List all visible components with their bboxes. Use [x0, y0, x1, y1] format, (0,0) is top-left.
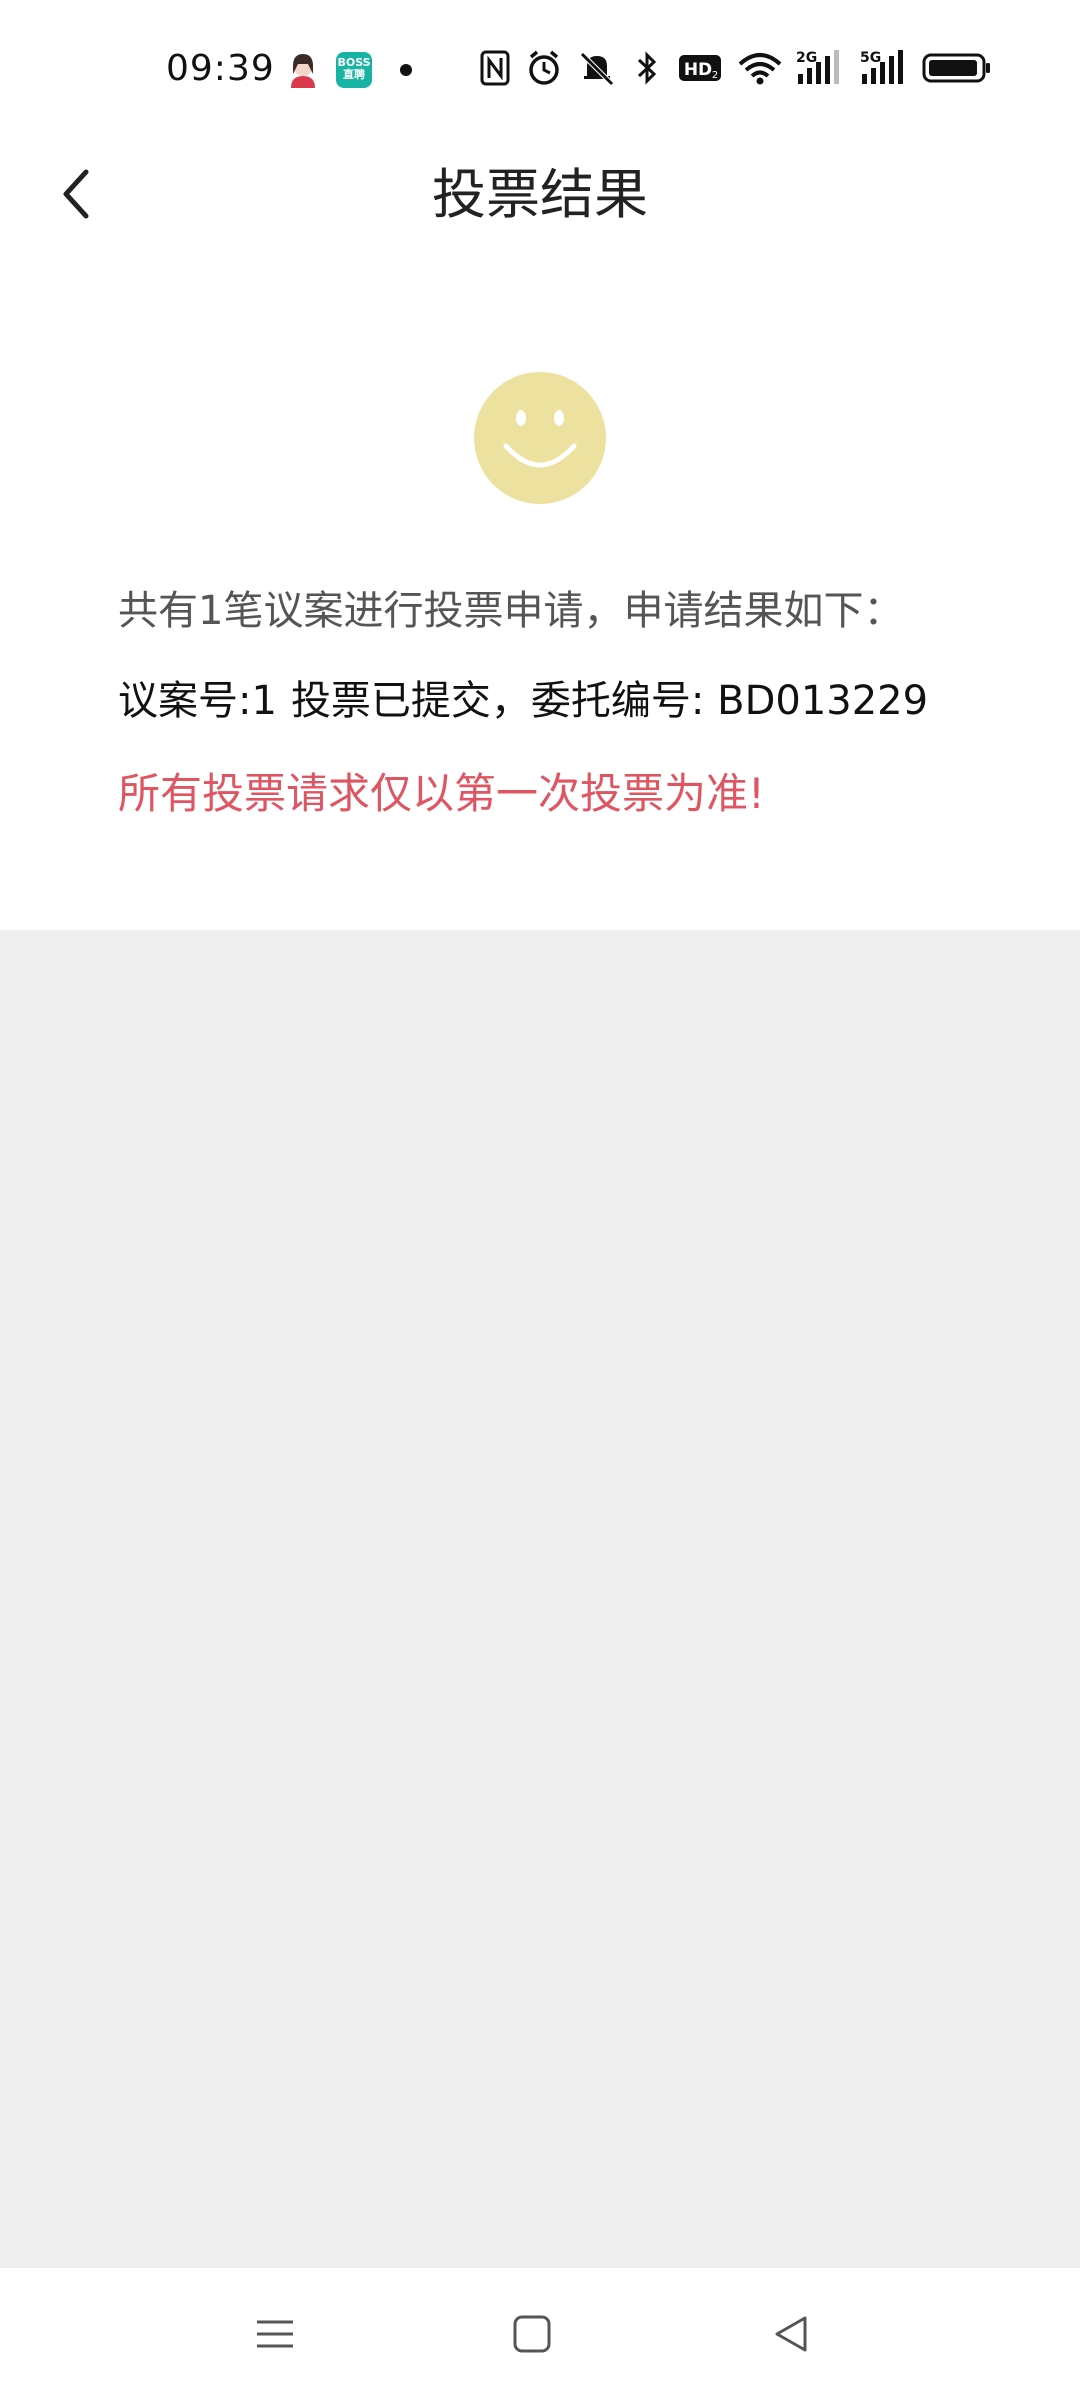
- proposal-number: 议案号:1: [118, 678, 277, 724]
- avatar-notification-icon: [286, 52, 320, 88]
- battery-icon: [922, 48, 992, 88]
- empty-content-area: [0, 930, 1080, 2268]
- home-square-icon: [513, 2315, 551, 2353]
- smiley-icon: [474, 372, 606, 504]
- hd-voice-icon: HD 2: [678, 48, 722, 88]
- chevron-left-icon: [63, 169, 89, 219]
- vote-warning-text: 所有投票请求仅以第一次投票为准!: [118, 769, 765, 818]
- svg-text:5G: 5G: [860, 50, 881, 66]
- result-section: 共有1笔议案进行投票申请，申请结果如下： 议案号:1 投票已提交，委托编号: BD…: [0, 250, 1080, 930]
- svg-text:HD: HD: [684, 60, 712, 80]
- signal-sim2-icon: 5G: [858, 48, 910, 88]
- status-bar: 09:39 BOSS 直聘 HD 2 2G 5G: [0, 0, 1080, 140]
- menu-icon: [257, 2320, 293, 2348]
- submission-status: 投票已提交，委托编号: BD013229: [290, 678, 929, 724]
- header: 投票结果: [0, 140, 1080, 250]
- more-notifications-dot-icon: [400, 64, 412, 76]
- signal-sim1-icon: 2G: [794, 48, 846, 88]
- bluetooth-icon: [634, 48, 660, 88]
- summary-text: 共有1笔议案进行投票申请，申请结果如下：: [118, 588, 904, 634]
- nfc-icon: [480, 48, 510, 88]
- muted-bell-icon: [574, 48, 620, 88]
- home-button[interactable]: [497, 2304, 567, 2364]
- status-time: 09:39: [166, 48, 275, 89]
- recent-apps-button[interactable]: [240, 2304, 310, 2364]
- back-button[interactable]: [46, 154, 106, 234]
- alarm-icon: [526, 48, 562, 88]
- page-title: 投票结果: [432, 163, 648, 226]
- system-back-button[interactable]: [756, 2304, 826, 2364]
- boss-app-icon: BOSS 直聘: [336, 52, 372, 88]
- wifi-icon: [736, 48, 784, 88]
- back-triangle-icon: [775, 2316, 807, 2352]
- system-nav-bar: [0, 2268, 1080, 2400]
- proposal-result: 议案号:1 投票已提交，委托编号: BD013229: [118, 668, 942, 726]
- svg-text:2: 2: [712, 70, 718, 81]
- svg-text:2G: 2G: [796, 50, 817, 66]
